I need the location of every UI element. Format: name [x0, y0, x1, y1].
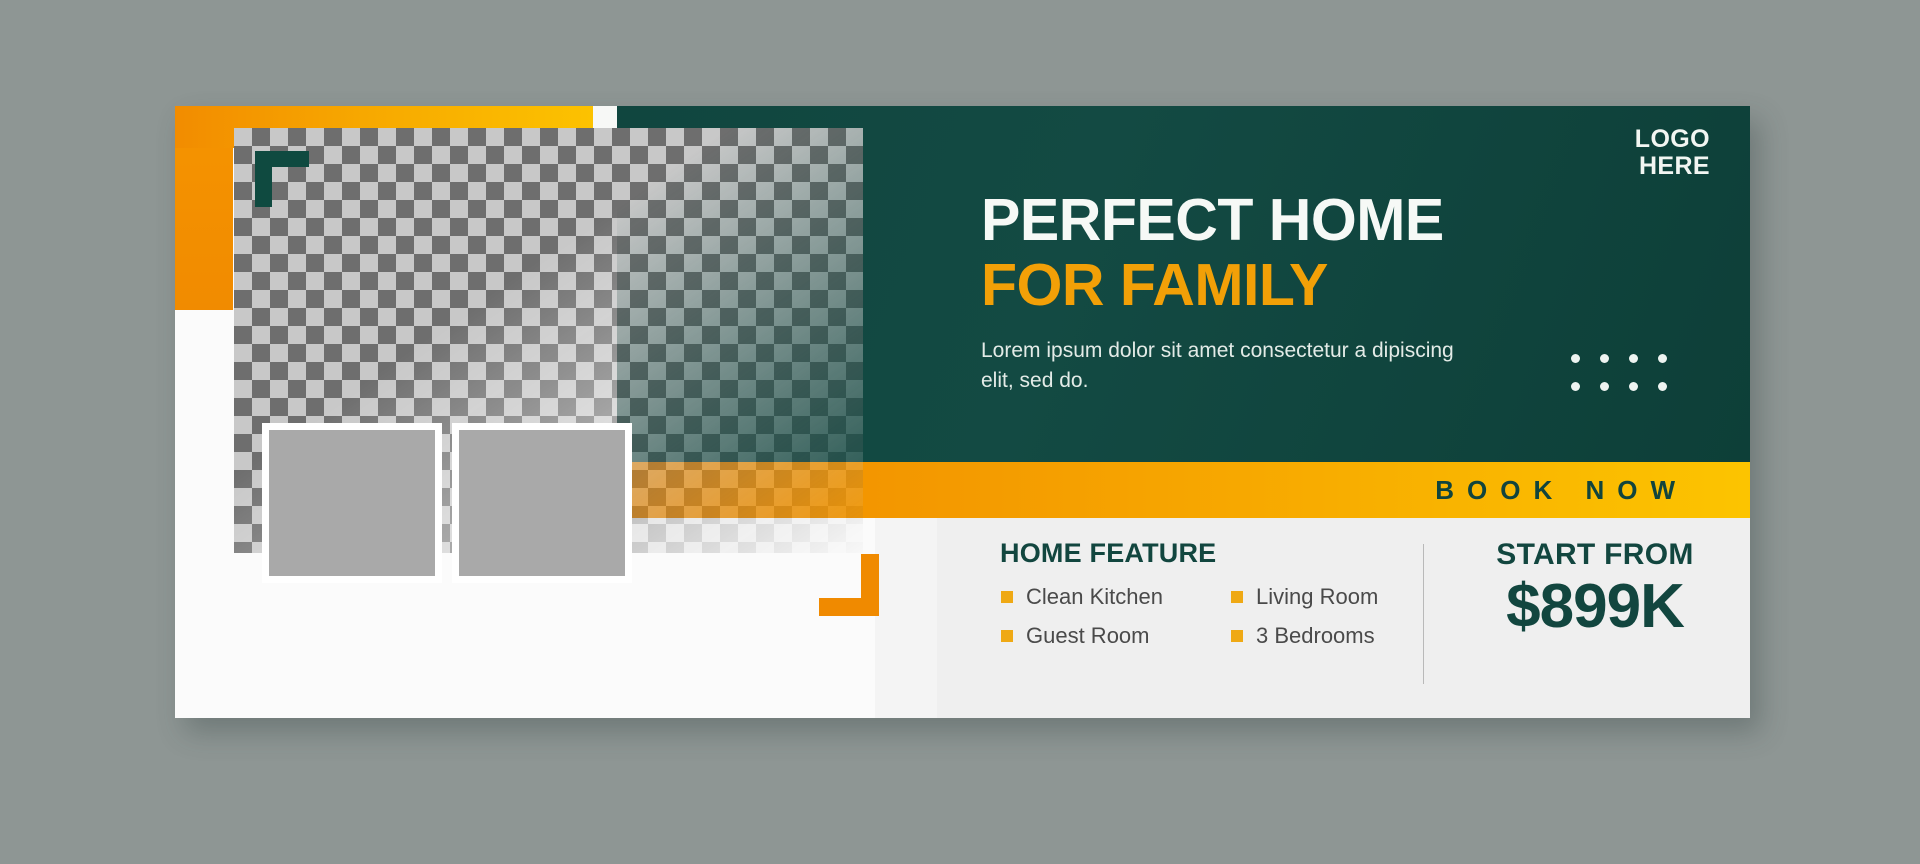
- feature-item: Guest Room: [1001, 623, 1173, 649]
- book-now-label: BOOK NOW: [1435, 474, 1688, 505]
- feature-label: 3 Bedrooms: [1256, 623, 1375, 648]
- features-title: HOME FEATURE: [1000, 538, 1217, 568]
- dot: [1629, 382, 1638, 391]
- feature-item: Living Room: [1231, 584, 1378, 610]
- bullet-square-icon: [1231, 630, 1243, 642]
- headline: PERFECT HOME FOR FAMILY: [981, 187, 1621, 318]
- price-value: $899K: [1506, 572, 1685, 641]
- dot: [1600, 354, 1609, 363]
- thumbnail-image-placeholder-1[interactable]: [262, 423, 442, 583]
- feature-label: Clean Kitchen: [1026, 584, 1163, 609]
- dot: [1571, 354, 1580, 363]
- features-list: Clean Kitchen Guest Room Living Room 3 B…: [1001, 584, 1378, 649]
- features-column-1: Clean Kitchen Guest Room: [1001, 584, 1173, 649]
- hero-subtext: Lorem ipsum dolor sit amet consectetur a…: [981, 339, 1454, 393]
- vertical-divider: [1423, 544, 1424, 684]
- feature-label: Living Room: [1256, 584, 1379, 609]
- headline-line-1: PERFECT HOME: [981, 187, 1444, 253]
- dot: [1658, 354, 1667, 363]
- bullet-square-icon: [1001, 591, 1013, 603]
- price-block: START FROM $899K: [1460, 538, 1730, 639]
- feature-item: Clean Kitchen: [1001, 584, 1173, 610]
- logo-placeholder: LOGO HERE: [1635, 126, 1710, 180]
- feature-item: 3 Bedrooms: [1231, 623, 1378, 649]
- feature-label: Guest Room: [1026, 623, 1150, 648]
- facebook-cover-banner: LOGO HERE PERFECT HOME FOR FAMILY Lorem …: [175, 106, 1750, 718]
- dot: [1658, 382, 1667, 391]
- features-column-2: Living Room 3 Bedrooms: [1231, 584, 1378, 649]
- dot: [1629, 354, 1638, 363]
- headline-line-2: FOR FAMILY: [981, 251, 1328, 318]
- canvas: LOGO HERE PERFECT HOME FOR FAMILY Lorem …: [0, 0, 1920, 864]
- green-corner-bracket-icon: [255, 151, 309, 207]
- dot: [1571, 382, 1580, 391]
- price-label: START FROM: [1496, 538, 1694, 571]
- bullet-square-icon: [1231, 591, 1243, 603]
- orange-corner-bracket-icon: [819, 554, 879, 616]
- dot-grid-decoration: [1571, 354, 1687, 410]
- logo-line-1: LOGO: [1634, 125, 1710, 153]
- dot: [1600, 382, 1609, 391]
- logo-line-2: HERE: [1638, 152, 1710, 180]
- thumbnail-image-placeholder-2[interactable]: [452, 423, 632, 583]
- bullet-square-icon: [1001, 630, 1013, 642]
